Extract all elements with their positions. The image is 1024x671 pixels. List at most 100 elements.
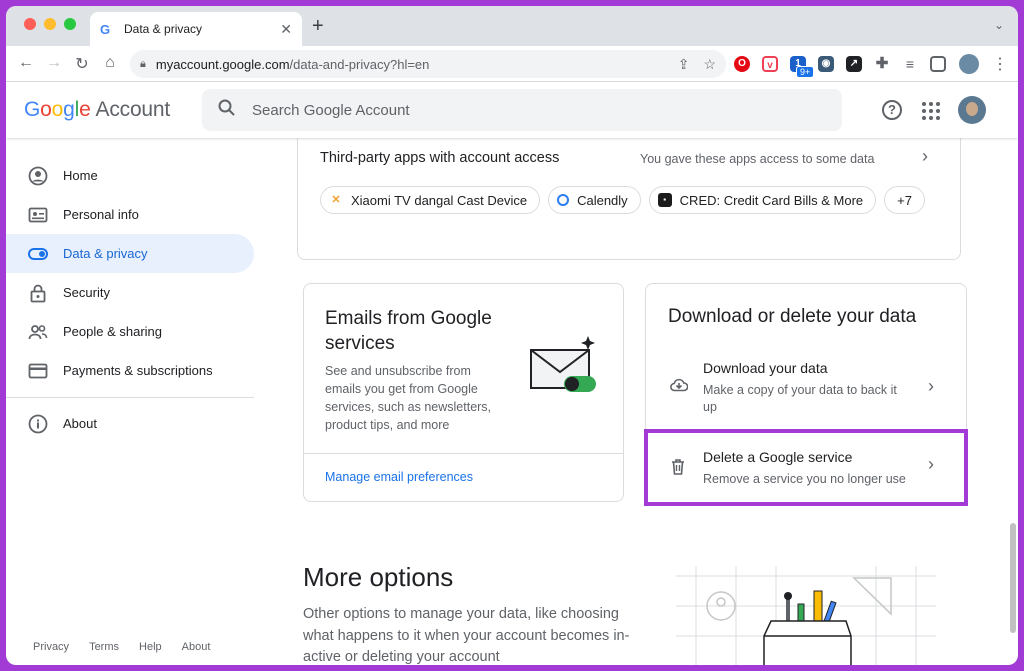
close-tab-icon[interactable]: ✕ (280, 21, 292, 38)
browser-window: G Data & privacy ✕ + ⌄ ← → ↻ ⌂ 🔒︎ myacco… (6, 6, 1018, 665)
third-party-apps-description: You gave these apps access to some data (640, 152, 875, 166)
lock-icon: 🔒︎ (140, 57, 146, 70)
calendly-icon (557, 194, 570, 206)
app-chips: ✕ Xiaomi TV dangal Cast Device Calendly … (320, 186, 925, 214)
address-bar[interactable]: 🔒︎ myaccount.google.com /data-and-privac… (130, 50, 726, 78)
google-wordmark: Google (24, 98, 91, 121)
chip-label: Xiaomi TV dangal Cast Device (351, 192, 528, 208)
sidebar-item-people-sharing[interactable]: People & sharing (6, 312, 254, 351)
account-wordmark: Account (95, 98, 171, 121)
emails-from-google-card: Emails from Google services See and unsu… (303, 283, 624, 502)
search-icon (218, 99, 236, 122)
url-host: myaccount.google.com (155, 56, 290, 72)
home-button-icon[interactable]: ⌂ (100, 54, 120, 72)
sidebar-item-label: Home (63, 168, 98, 183)
puzzle-extensions-icon[interactable]: ✚ (874, 56, 890, 72)
download-delete-title: Download or delete your data (668, 306, 917, 327)
search-input[interactable]: Search Google Account (252, 102, 410, 119)
footer-privacy-link[interactable]: Privacy (33, 641, 69, 653)
sidebar-item-personal-info[interactable]: Personal info (6, 195, 254, 234)
sidebar-item-payments[interactable]: Payments & subscriptions (6, 351, 254, 390)
bookmark-star-icon[interactable]: ☆ (703, 56, 716, 73)
sidebar-divider (6, 397, 254, 398)
chip-label: CRED: Credit Card Bills & More (679, 192, 864, 208)
chevron-right-icon[interactable]: › (922, 146, 928, 167)
minimize-window-button[interactable] (44, 18, 56, 30)
sidebar-item-label: About (63, 416, 97, 431)
side-panel-icon[interactable] (930, 56, 946, 72)
opera-extension-icon[interactable]: O (734, 56, 750, 72)
account-avatar[interactable] (958, 96, 986, 124)
page-scrollbar[interactable] (1010, 523, 1016, 633)
sidebar-item-label: Data & privacy (63, 246, 148, 261)
more-options-description: Other options to manage your data, like … (303, 606, 630, 665)
main-content: Third-party apps with account access You… (256, 138, 1018, 665)
id-card-icon (28, 205, 48, 225)
email-card-title: Emails from Google services (325, 308, 492, 354)
highlight-box (644, 429, 968, 506)
new-tab-button[interactable]: + (312, 15, 324, 38)
third-party-apps-card: Third-party apps with account access You… (297, 138, 961, 260)
close-window-button[interactable] (24, 18, 36, 30)
url-path: /data-and-privacy?hl=en (289, 56, 430, 72)
account-header: Google Account Search Google Account ? (6, 82, 1018, 138)
chip-label: Calendly (577, 192, 628, 208)
sidebar-item-home[interactable]: Home (6, 156, 254, 195)
zoom-window-button[interactable] (64, 18, 76, 30)
browser-tab[interactable]: G Data & privacy ✕ (90, 12, 302, 46)
ninja-extension-icon[interactable]: ◉ (818, 56, 834, 72)
sidebar-nav: Home Personal info Data & privacy Securi… (6, 138, 256, 665)
sidebar-item-label: People & sharing (63, 324, 163, 339)
people-icon (28, 322, 48, 342)
tools-illustration-icon (676, 566, 946, 665)
sidebar-item-label: Payments & subscriptions (63, 363, 213, 378)
cloud-download-icon (670, 378, 689, 397)
sidebar-item-data-privacy[interactable]: Data & privacy (6, 234, 254, 273)
pocket-extension-icon[interactable]: v (762, 56, 778, 72)
apps-grid-icon[interactable] (922, 102, 940, 120)
extension-badge: 9+ (796, 66, 815, 78)
search-account-bar[interactable]: Search Google Account (202, 89, 842, 131)
tab-strip: G Data & privacy ✕ + ⌄ (6, 6, 1018, 46)
sidebar-item-security[interactable]: Security (6, 273, 254, 312)
more-apps-chip[interactable]: +7 (884, 186, 925, 214)
footer-links: Privacy Terms Help About (33, 641, 210, 653)
more-menu-icon[interactable]: ⋮ (990, 54, 1010, 74)
cred-icon: ▪ (657, 193, 672, 207)
credit-card-icon (28, 361, 48, 381)
app-chip-calendly[interactable]: Calendly (548, 186, 641, 214)
sidebar-item-label: Security (63, 285, 110, 300)
app-chip-xiaomi[interactable]: ✕ Xiaomi TV dangal Cast Device (320, 186, 541, 214)
download-data-description: Make a copy of your data to back it up (703, 383, 897, 414)
app-chip-cred[interactable]: ▪ CRED: Credit Card Bills & More (648, 186, 877, 214)
profile-avatar[interactable] (959, 54, 979, 74)
footer-about-link[interactable]: About (182, 641, 211, 653)
footer-help-link[interactable]: Help (139, 641, 162, 653)
chevron-right-icon: › (928, 376, 934, 396)
google-account-logo[interactable]: Google Account (24, 98, 170, 122)
send-extension-icon[interactable]: ↗ (846, 56, 862, 72)
google-favicon-icon: G (100, 21, 111, 37)
email-card-description: See and unsubscribe from emails you get … (325, 364, 492, 432)
tab-search-chevron-icon[interactable]: ⌄ (994, 18, 1004, 32)
home-icon (28, 166, 48, 186)
info-icon (28, 414, 48, 434)
lock-icon (28, 283, 48, 303)
footer-terms-link[interactable]: Terms (89, 641, 119, 653)
toggle-icon (28, 244, 48, 264)
help-icon[interactable]: ? (882, 100, 902, 120)
share-icon[interactable]: ⇪ (678, 56, 690, 73)
download-data-title: Download your data (703, 360, 828, 376)
third-party-apps-link[interactable]: Third-party apps with account access (320, 150, 559, 166)
manage-email-preferences-link[interactable]: Manage email preferences (325, 470, 473, 484)
sidebar-item-label: Personal info (63, 207, 139, 222)
card-divider (304, 453, 623, 454)
forward-arrow-icon[interactable]: → (44, 54, 64, 72)
reload-icon[interactable]: ↻ (72, 54, 92, 74)
back-arrow-icon[interactable]: ← (16, 54, 36, 72)
sidebar-item-about[interactable]: About (6, 404, 254, 443)
more-options-heading: More options (303, 562, 454, 592)
xiaomi-cast-icon: ✕ (331, 194, 341, 206)
envelope-toggle-illustration-icon (528, 334, 598, 401)
reading-list-icon[interactable]: ≡ (902, 56, 918, 72)
